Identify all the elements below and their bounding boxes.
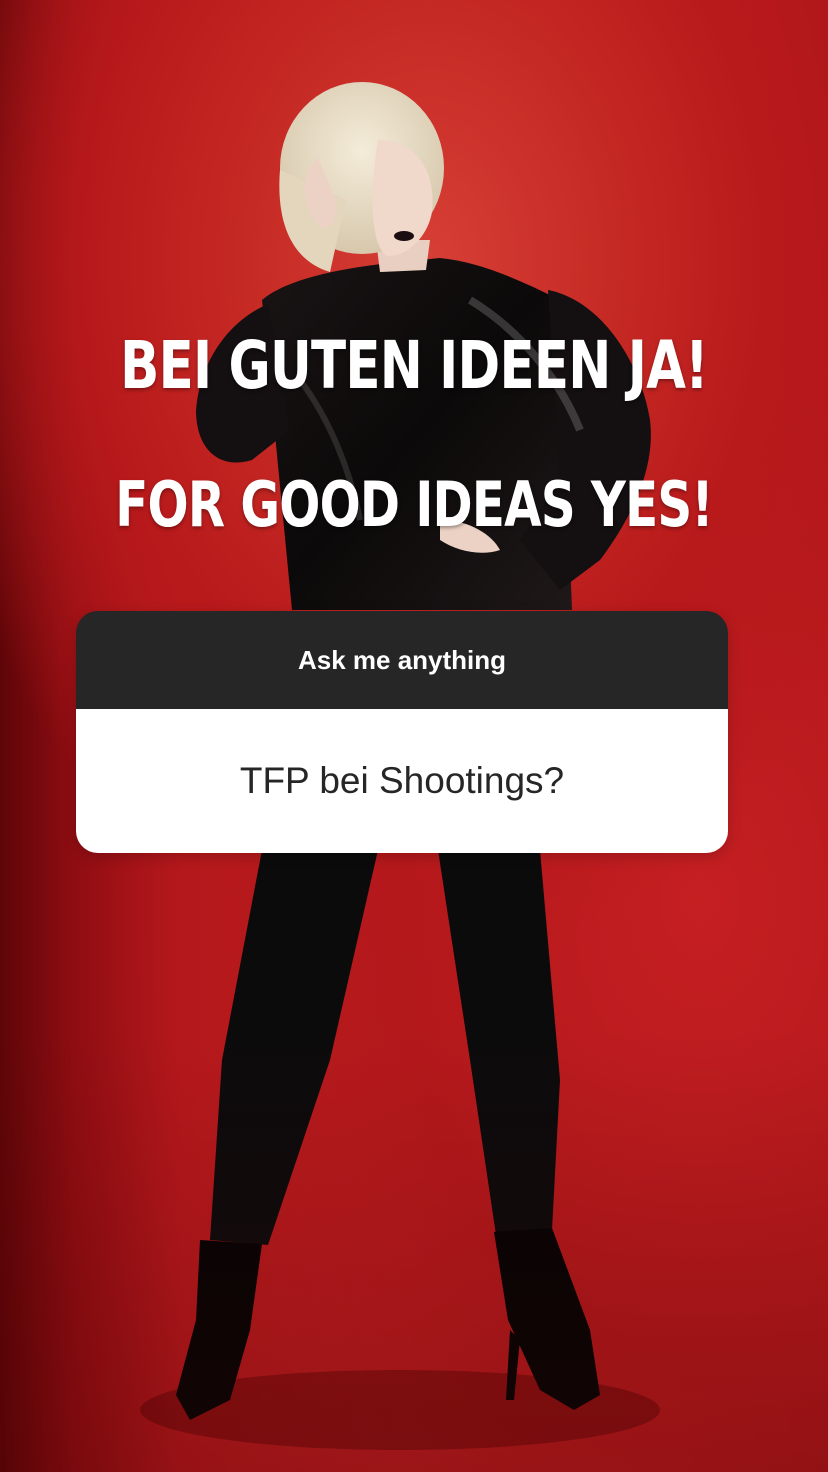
question-text: TFP bei Shootings? [239,760,565,801]
question-sticker[interactable]: Ask me anything TFP bei Shootings? [76,611,728,853]
story-view[interactable]: BEI GUTEN IDEEN JA! FOR GOOD IDEAS YES! … [0,0,828,1472]
question-sticker-body[interactable]: TFP bei Shootings? [76,709,728,853]
headline-german: BEI GUTEN IDEEN JA! [120,327,708,404]
question-sticker-prompt: Ask me anything [297,644,507,675]
headline-english: FOR GOOD IDEAS YES! [115,468,713,541]
question-sticker-header: Ask me anything [76,611,728,709]
